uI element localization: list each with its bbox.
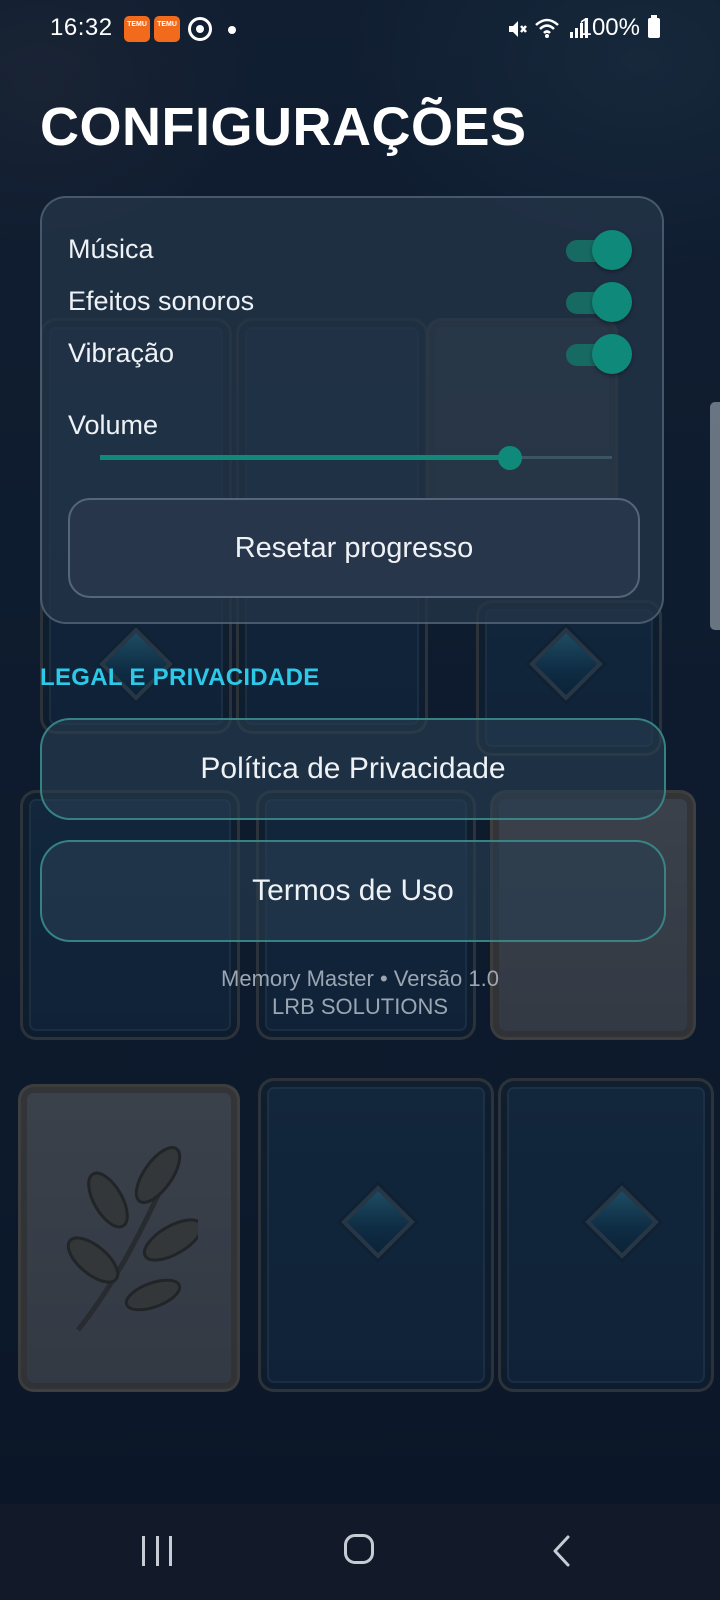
home-icon[interactable]: [344, 1534, 374, 1564]
page-title: CONFIGURAÇÕES: [40, 97, 527, 157]
terms-of-use-button[interactable]: Termos de Uso: [40, 840, 666, 942]
sound-effects-toggle[interactable]: [566, 282, 632, 322]
music-toggle[interactable]: [566, 230, 632, 270]
toggle-thumb: [592, 334, 632, 374]
toggle-row-music: Música: [68, 228, 632, 272]
legal-section-heading: LEGAL E PRIVACIDADE: [40, 664, 320, 691]
slider-fill: [100, 455, 510, 460]
vibration-toggle[interactable]: [566, 334, 632, 374]
wifi-icon: [535, 18, 559, 38]
mute-icon: [509, 21, 527, 37]
status-time: 16:32: [50, 14, 113, 41]
toggle-thumb: [592, 282, 632, 322]
sync-icon: [188, 17, 212, 41]
scroll-indicator: [710, 402, 720, 630]
volume-slider[interactable]: [100, 446, 612, 470]
toggle-row-vibration: Vibração: [68, 332, 632, 376]
privacy-policy-button[interactable]: Política de Privacidade: [40, 718, 666, 820]
temu-icon: TEMU: [154, 16, 180, 42]
settings-panel: Música Efeitos sonoros Vibração Volume R…: [40, 196, 664, 624]
back-icon[interactable]: [548, 1534, 578, 1568]
reset-progress-button[interactable]: Resetar progresso: [68, 498, 640, 598]
vibration-label: Vibração: [68, 338, 175, 368]
volume-label: Volume: [68, 410, 159, 440]
battery-percentage: 100%: [578, 14, 640, 41]
settings-screen: 16:32 TEMU TEMU 100% CONFIGURAÇÕES Músic…: [0, 0, 720, 1600]
battery-icon: [648, 15, 660, 38]
toggle-thumb: [592, 230, 632, 270]
company-name-text: LRB SOLUTIONS: [271, 994, 449, 1019]
dot-icon: [228, 26, 236, 34]
status-bar: 16:32 TEMU TEMU 100%: [0, 0, 720, 58]
toggle-row-sound-effects: Efeitos sonoros: [68, 280, 632, 324]
slider-thumb[interactable]: [497, 446, 522, 470]
app-version-text: Memory Master • Versão 1.0: [221, 966, 499, 991]
temu-icon: TEMU: [124, 16, 150, 42]
navigation-bar: [0, 1504, 720, 1600]
music-label: Música: [68, 234, 154, 264]
sound-effects-label: Efeitos sonoros: [68, 286, 255, 316]
recent-apps-icon[interactable]: [142, 1536, 172, 1566]
